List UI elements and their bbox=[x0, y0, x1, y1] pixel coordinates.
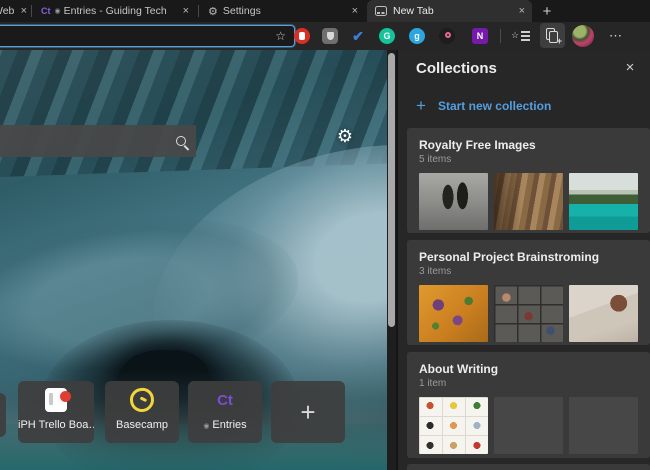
thumbnail-teal-lake bbox=[569, 173, 638, 230]
close-tab-icon[interactable]: × bbox=[512, 5, 532, 17]
new-tab-page: ⚙ iPH Trello Boa… Basecamp Ct ◉Entries + bbox=[0, 50, 396, 470]
browser-window: Web × Ct ◉ Entries - Guiding Tech × ⚙ Se… bbox=[0, 0, 650, 470]
g-extension-icon[interactable]: g bbox=[409, 28, 425, 44]
trello-icon bbox=[45, 388, 67, 412]
close-tab-icon[interactable]: × bbox=[176, 5, 196, 17]
red-circle-extension-icon[interactable] bbox=[294, 28, 310, 44]
shortcut-tile-entries[interactable]: Ct ◉Entries bbox=[188, 381, 262, 443]
collection-name: About Writing bbox=[419, 362, 638, 376]
tab-label: Entries - Guiding Tech bbox=[64, 5, 167, 17]
page-bullet-icon: ◉ bbox=[203, 423, 209, 430]
search-icon bbox=[176, 136, 186, 146]
collections-panel: Collections × + Start new collection Roy… bbox=[396, 50, 650, 470]
close-panel-icon[interactable]: × bbox=[620, 58, 640, 78]
search-bar[interactable] bbox=[0, 125, 196, 157]
close-tab-icon[interactable]: × bbox=[345, 5, 365, 17]
collection-card-royalty-free-images[interactable]: Royalty Free Images 5 items bbox=[407, 128, 650, 233]
shortcut-label: ◉Entries bbox=[188, 419, 262, 431]
thumbnail-row bbox=[419, 173, 638, 230]
thumbnail-cave-rock-texture bbox=[494, 173, 563, 230]
tab-web[interactable]: Web × bbox=[0, 0, 30, 22]
address-bar[interactable]: ☆ bbox=[0, 25, 295, 47]
panel-title: Collections bbox=[416, 60, 497, 77]
settings-favicon-gear-icon: ⚙ bbox=[208, 5, 218, 18]
close-tab-icon[interactable]: × bbox=[18, 5, 30, 17]
page-settings-gear-icon[interactable]: ⚙ bbox=[334, 125, 356, 147]
thumbnail-video-call-grid bbox=[494, 285, 563, 342]
collection-card-partial[interactable] bbox=[407, 464, 650, 470]
tab-new-tab-active[interactable]: New Tab × bbox=[367, 0, 532, 22]
thumbnail-row bbox=[419, 285, 638, 342]
shield-shape bbox=[327, 32, 334, 40]
plus-icon: + bbox=[300, 397, 315, 428]
shortcut-tile-trello[interactable]: iPH Trello Boa… bbox=[18, 381, 94, 443]
new-tab-favicon-icon bbox=[375, 6, 387, 16]
new-tab-button[interactable]: + bbox=[535, 2, 559, 20]
basecamp-icon bbox=[128, 386, 155, 413]
browser-toolbar: ☆ ✔ G g N ☆ + ⋯ bbox=[0, 22, 650, 50]
collection-name: Royalty Free Images bbox=[419, 138, 638, 152]
shield-extension-icon[interactable] bbox=[322, 28, 338, 44]
main-scrollbar-track[interactable] bbox=[387, 50, 396, 470]
collection-item-count: 5 items bbox=[419, 154, 638, 165]
collections-plus-icon: + bbox=[557, 36, 562, 46]
favorites-list-icon[interactable]: ☆ bbox=[512, 29, 530, 43]
plus-icon: + bbox=[416, 96, 426, 116]
thumbnail-illustration-grid bbox=[419, 397, 488, 454]
tab-label: New Tab bbox=[393, 5, 434, 17]
collections-button-active[interactable]: + bbox=[540, 23, 565, 48]
profile-avatar[interactable] bbox=[572, 25, 594, 47]
collection-name: Personal Project Brainstroming bbox=[419, 250, 638, 264]
shortcut-label: Basecamp bbox=[105, 419, 179, 431]
start-new-collection-button[interactable]: + Start new collection bbox=[416, 96, 551, 116]
collection-item-count: 3 items bbox=[419, 266, 638, 277]
browser-menu-button[interactable]: ⋯ bbox=[604, 26, 628, 46]
add-shortcut-tile[interactable]: + bbox=[271, 381, 345, 443]
toolbar-separator bbox=[500, 29, 501, 43]
shortcut-label: iPH Trello Boa… bbox=[18, 419, 94, 431]
thumbnail-person-resting bbox=[569, 285, 638, 342]
tab-settings[interactable]: ⚙ Settings × bbox=[200, 0, 365, 22]
tab-separator bbox=[198, 5, 199, 17]
thumbnail-placeholder bbox=[494, 397, 563, 454]
pink-loupe-shape bbox=[445, 32, 451, 38]
thumbnail-placeholder bbox=[569, 397, 638, 454]
star-icon: ☆ bbox=[511, 30, 519, 41]
tab-entries-guiding-tech[interactable]: Ct ◉ Entries - Guiding Tech × bbox=[33, 0, 196, 22]
shortcut-tile-basecamp[interactable]: Basecamp bbox=[105, 381, 179, 443]
grammarly-extension-icon[interactable]: G bbox=[379, 28, 395, 44]
collection-item-count: 1 item bbox=[419, 378, 638, 389]
main-scrollbar-thumb[interactable] bbox=[388, 53, 395, 327]
tab-label: Web bbox=[0, 5, 14, 17]
thumbnail-couple-holding-hands bbox=[419, 173, 488, 230]
thumbnail-row bbox=[419, 397, 638, 454]
tab-label: Settings bbox=[223, 5, 261, 17]
tab-bar: Web × Ct ◉ Entries - Guiding Tech × ⚙ Se… bbox=[0, 0, 650, 22]
white-hand-shape bbox=[299, 32, 305, 40]
start-new-collection-label: Start new collection bbox=[438, 99, 551, 113]
loupe-extension-icon[interactable] bbox=[439, 28, 455, 44]
thumbnail-tacos bbox=[419, 285, 488, 342]
add-favorite-star-icon[interactable]: ☆ bbox=[275, 29, 286, 43]
onenote-extension-icon[interactable]: N bbox=[472, 28, 488, 44]
page-bullet-icon: ◉ bbox=[55, 7, 61, 15]
collection-card-personal-project-brainstroming[interactable]: Personal Project Brainstroming 3 items bbox=[407, 240, 650, 345]
shortcut-tile-partial[interactable] bbox=[0, 393, 6, 437]
guiding-tech-ct-icon: Ct bbox=[217, 392, 233, 409]
collection-card-about-writing[interactable]: About Writing 1 item bbox=[407, 352, 650, 458]
guiding-tech-favicon-icon: Ct bbox=[41, 6, 51, 16]
tab-separator bbox=[31, 5, 32, 17]
check-extension-icon[interactable]: ✔ bbox=[350, 28, 366, 44]
